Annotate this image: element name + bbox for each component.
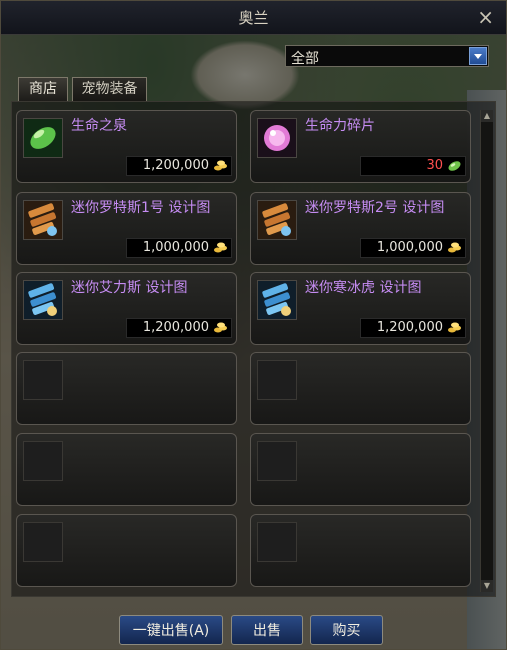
- scroll-up-icon[interactable]: ▲: [481, 110, 493, 122]
- item-price: 1,200,000: [360, 318, 466, 338]
- green-gem-icon: [23, 118, 63, 158]
- item-slot-life-fragment[interactable]: 生命力碎片 30: [250, 110, 471, 183]
- close-icon[interactable]: ×: [477, 5, 494, 29]
- empty-slot-icon: [257, 522, 297, 562]
- item-slot-mini-ice-tiger-blueprint[interactable]: 迷你寒冰虎 设计图 1,200,000: [250, 272, 471, 345]
- category-dropdown[interactable]: 全部: [285, 45, 489, 67]
- blueprint-scroll-blue-icon: [23, 280, 63, 320]
- empty-slot-icon: [257, 360, 297, 400]
- gold-coin-icon: [214, 322, 227, 333]
- blueprint-scroll-orange-icon: [257, 200, 297, 240]
- shop-window: 奥兰 × 全部 商店 宠物装备 生命之泉 1,200,000 生命力碎片 30 …: [0, 0, 507, 650]
- sell-button[interactable]: 出售: [231, 615, 303, 645]
- buy-button[interactable]: 购买: [310, 615, 383, 645]
- empty-item-slot[interactable]: [16, 352, 237, 425]
- empty-slot-icon: [257, 441, 297, 481]
- item-slot-mini-lotus1-blueprint[interactable]: 迷你罗特斯1号 设计图 1,000,000: [16, 192, 237, 265]
- empty-item-slot[interactable]: [16, 514, 237, 587]
- item-price: 1,000,000: [360, 238, 466, 258]
- green-crystal-icon: [448, 161, 461, 171]
- window-title: 奥兰: [238, 9, 269, 27]
- empty-item-slot[interactable]: [16, 433, 237, 506]
- gold-coin-icon: [448, 242, 461, 253]
- empty-item-slot[interactable]: [250, 514, 471, 587]
- item-price: 30: [360, 156, 466, 176]
- blueprint-scroll-orange-icon: [23, 200, 63, 240]
- title-bar[interactable]: 奥兰 ×: [1, 1, 506, 35]
- tab-shop[interactable]: 商店: [18, 77, 68, 101]
- item-name: 迷你寒冰虎 设计图: [305, 280, 422, 296]
- empty-slot-icon: [23, 360, 63, 400]
- empty-item-slot[interactable]: [250, 352, 471, 425]
- item-name: 迷你罗特斯2号 设计图: [305, 200, 445, 216]
- item-list-scrollbar[interactable]: ▲ ▼: [480, 110, 493, 592]
- pink-orb-icon: [257, 118, 297, 158]
- item-price: 1,200,000: [126, 156, 232, 176]
- item-name: 迷你艾力斯 设计图: [71, 280, 188, 296]
- item-price: 1,000,000: [126, 238, 232, 258]
- empty-slot-icon: [23, 522, 63, 562]
- item-name: 生命力碎片: [305, 118, 375, 134]
- empty-slot-icon: [23, 441, 63, 481]
- tab-pet-equipment[interactable]: 宠物装备: [72, 77, 147, 101]
- gold-coin-icon: [214, 160, 227, 171]
- item-slot-mini-lotus2-blueprint[interactable]: 迷你罗特斯2号 设计图 1,000,000: [250, 192, 471, 265]
- blueprint-scroll-blue-icon: [257, 280, 297, 320]
- chevron-down-icon[interactable]: [469, 47, 487, 65]
- gold-coin-icon: [214, 242, 227, 253]
- category-dropdown-value: 全部: [291, 51, 319, 67]
- item-slot-life-spring[interactable]: 生命之泉 1,200,000: [16, 110, 237, 183]
- item-name: 生命之泉: [71, 118, 127, 134]
- sell-all-button[interactable]: 一键出售(A): [119, 615, 223, 645]
- empty-item-slot[interactable]: [250, 433, 471, 506]
- item-slot-mini-ellis-blueprint[interactable]: 迷你艾力斯 设计图 1,200,000: [16, 272, 237, 345]
- item-price: 1,200,000: [126, 318, 232, 338]
- item-name: 迷你罗特斯1号 设计图: [71, 200, 211, 216]
- scroll-down-icon[interactable]: ▼: [481, 580, 493, 592]
- gold-coin-icon: [448, 322, 461, 333]
